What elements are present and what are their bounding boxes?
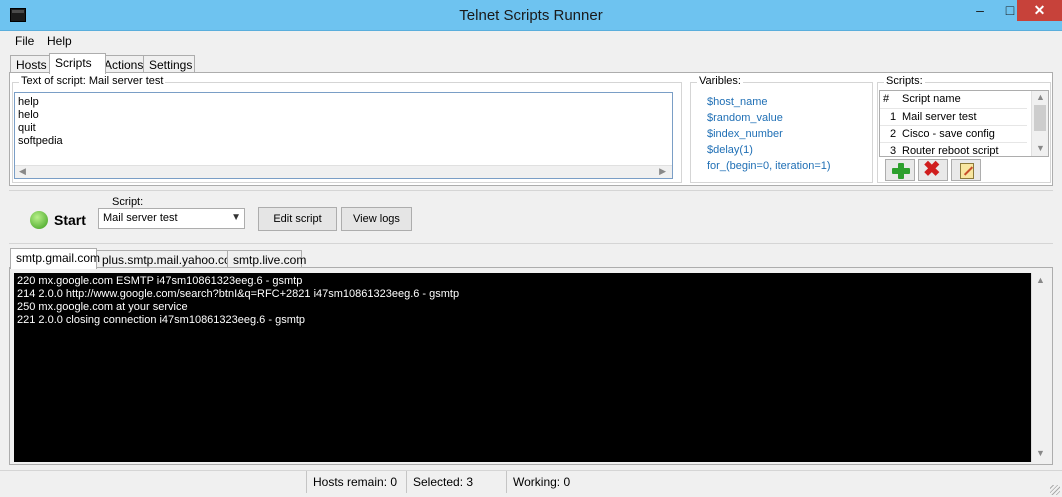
variable-host-name[interactable]: $host_name xyxy=(707,96,768,108)
menu-bar: File Help xyxy=(0,31,1062,51)
variable-delay[interactable]: $delay(1) xyxy=(707,144,753,156)
add-script-button[interactable] xyxy=(885,159,915,181)
script-line: helo xyxy=(18,109,39,121)
minimize-button[interactable]: – xyxy=(966,0,994,21)
script-select[interactable]: Mail server test ▼ xyxy=(98,208,245,229)
script-select-label: Script: xyxy=(112,196,144,208)
vertical-scrollbar[interactable]: ▲ ▼ xyxy=(1031,91,1048,156)
chevron-down-icon[interactable]: ▼ xyxy=(231,212,241,223)
plus-icon xyxy=(892,163,910,179)
tab-host-gmail[interactable]: smtp.gmail.com xyxy=(10,248,100,269)
close-button[interactable]: ✕ xyxy=(1017,0,1062,21)
scripts-label: Scripts: xyxy=(884,75,925,87)
table-row-num[interactable]: 3 xyxy=(890,145,896,156)
scroll-up-icon[interactable]: ▲ xyxy=(1036,92,1045,102)
variable-index-number[interactable]: $index_number xyxy=(707,128,783,140)
table-row-num[interactable]: 1 xyxy=(890,111,896,123)
run-icon xyxy=(30,211,48,229)
table-row-name[interactable]: Router reboot script xyxy=(902,145,999,156)
horizontal-scrollbar[interactable]: ◀ ▶ xyxy=(15,165,672,178)
delete-script-button[interactable]: ✖ xyxy=(918,158,948,181)
log-line: 214 2.0.0 http://www.google.com/search?b… xyxy=(17,288,460,300)
row-divider xyxy=(880,142,1027,143)
status-hosts-remain: Hosts remain: 0 xyxy=(306,471,406,493)
scroll-down-icon[interactable]: ▼ xyxy=(1036,448,1045,458)
console-scrollbar[interactable]: ▲ ▼ xyxy=(1031,273,1048,462)
console-output[interactable]: 220 mx.google.com ESMTP i47sm10861323eeg… xyxy=(14,273,1031,462)
title-bar: Telnet Scripts Runner – □ ✕ xyxy=(0,0,1062,31)
view-logs-button[interactable]: View logs xyxy=(341,207,412,231)
column-header-num[interactable]: # xyxy=(883,93,889,105)
scroll-down-icon[interactable]: ▼ xyxy=(1036,143,1045,153)
start-label: Start xyxy=(54,212,86,228)
row-divider xyxy=(880,108,1027,109)
variable-random-value[interactable]: $random_value xyxy=(707,112,783,124)
resize-grip-icon[interactable] xyxy=(1050,485,1060,495)
status-working: Working: 0 xyxy=(506,471,606,493)
edit-icon xyxy=(960,163,974,179)
delete-icon: ✖ xyxy=(923,158,941,181)
script-line: quit xyxy=(18,122,36,134)
menu-file[interactable]: File xyxy=(15,34,34,48)
edit-script-icon-button[interactable] xyxy=(951,159,981,181)
scroll-right-icon[interactable]: ▶ xyxy=(659,166,666,177)
script-text-label: Text of script: Mail server test xyxy=(19,75,166,87)
log-line: 220 mx.google.com ESMTP i47sm10861323eeg… xyxy=(17,275,303,287)
column-header-name[interactable]: Script name xyxy=(902,93,961,105)
tab-settings[interactable]: Settings xyxy=(143,55,195,73)
script-line: help xyxy=(18,96,39,108)
tab-host-live[interactable]: smtp.live.com xyxy=(227,250,306,268)
script-select-value: Mail server test xyxy=(103,212,178,224)
tab-scripts[interactable]: Scripts xyxy=(49,53,106,74)
log-line: 221 2.0.0 closing connection i47sm108613… xyxy=(17,314,306,326)
table-row-name[interactable]: Mail server test xyxy=(902,111,977,123)
script-line: softpedia xyxy=(18,135,63,147)
window-title: Telnet Scripts Runner xyxy=(459,7,603,24)
scripts-list[interactable]: # Script name 1 Mail server test 2 Cisco… xyxy=(879,90,1049,157)
status-selected: Selected: 3 xyxy=(406,471,506,493)
menu-help[interactable]: Help xyxy=(47,34,72,48)
scroll-up-icon[interactable]: ▲ xyxy=(1036,275,1045,285)
table-row-name[interactable]: Cisco - save config xyxy=(902,128,995,140)
status-bar: Hosts remain: 0 Selected: 3 Working: 0 xyxy=(0,470,1062,497)
scroll-left-icon[interactable]: ◀ xyxy=(19,166,26,177)
variables-label: Varibles: xyxy=(697,75,743,87)
log-line: 250 mx.google.com at your service xyxy=(17,301,188,313)
tab-host-yahoo[interactable]: plus.smtp.mail.yahoo.com xyxy=(96,250,241,268)
tab-hosts[interactable]: Hosts xyxy=(10,55,50,73)
scroll-thumb[interactable] xyxy=(1034,105,1046,131)
script-text-editor[interactable]: help helo quit softpedia ◀ ▶ xyxy=(14,92,673,179)
edit-script-button[interactable]: Edit script xyxy=(258,207,337,231)
table-row-num[interactable]: 2 xyxy=(890,128,896,140)
row-divider xyxy=(880,125,1027,126)
variable-for-loop[interactable]: for_(begin=0, iteration=1) xyxy=(707,160,831,172)
